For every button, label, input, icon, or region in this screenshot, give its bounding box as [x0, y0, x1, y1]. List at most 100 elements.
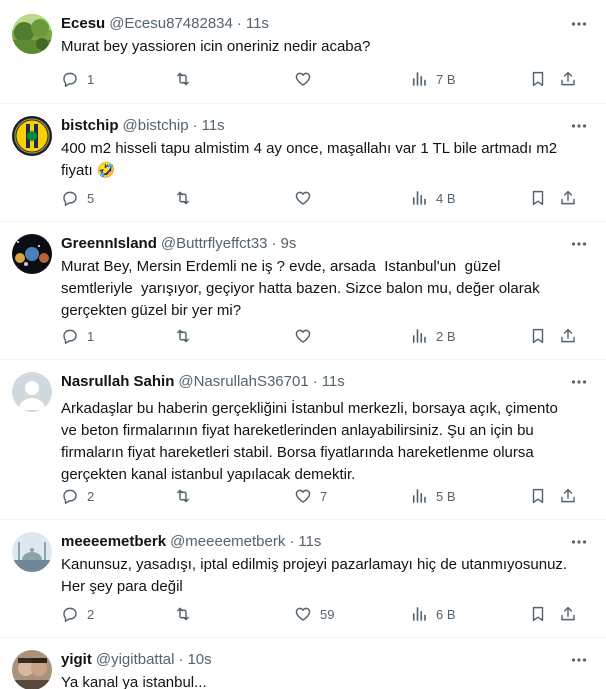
user-handle[interactable]: @Ecesu87482834 [109, 14, 233, 34]
like-button[interactable] [294, 69, 320, 89]
retweet-button[interactable] [174, 486, 200, 506]
display-name[interactable]: meeeemetberk [61, 532, 166, 552]
reply-count: 2 [87, 488, 95, 504]
avatar[interactable] [12, 650, 52, 689]
view-count: 4 B [436, 190, 456, 206]
bookmark-icon [532, 328, 544, 344]
share-button[interactable] [559, 188, 577, 208]
avatar-landscape-image [12, 14, 52, 54]
user-handle[interactable]: @bistchip [123, 116, 189, 136]
reply-bubble-icon [63, 489, 77, 504]
heart-icon [295, 489, 311, 503]
retweet-icon [177, 329, 189, 343]
timestamp[interactable]: 11s [322, 372, 345, 392]
tweet-text: Murat bey yassioren icin oneriniz nedir … [61, 38, 371, 55]
retweet-button[interactable] [174, 188, 200, 208]
bookmark-button[interactable] [529, 188, 547, 208]
more-options-button[interactable] [568, 14, 590, 34]
bookmark-icon [532, 71, 544, 87]
share-button[interactable] [559, 604, 577, 624]
heart-icon [295, 72, 311, 86]
retweet-button[interactable] [174, 326, 200, 346]
user-handle[interactable]: @Buttrflyeffct33 [161, 234, 268, 254]
default-profile-icon [12, 372, 52, 412]
view-count: 7 B [436, 71, 456, 87]
tweet-header: bistchip @bistchip · 11s [61, 116, 590, 136]
views-bars-icon [412, 329, 426, 343]
retweet-button[interactable] [174, 604, 200, 624]
action-bar: 5 4 B [61, 188, 590, 208]
user-handle[interactable]: @NasrullahS36701 [178, 372, 308, 392]
reply-bubble-icon [63, 191, 77, 206]
avatar-planets-image [12, 234, 52, 274]
heart-icon [295, 191, 311, 205]
share-button[interactable] [559, 69, 577, 89]
views-button[interactable]: 7 B [410, 69, 456, 89]
avatar[interactable] [12, 372, 52, 412]
more-options-button[interactable] [568, 532, 590, 552]
reply-button[interactable]: 1 [61, 69, 94, 89]
more-horizontal-icon [571, 242, 587, 246]
tweet-header: Nasrullah Sahin @NasrullahS36701 · 11s [61, 372, 590, 392]
avatar[interactable] [12, 116, 52, 156]
reply-bubble-icon [63, 607, 77, 622]
separator: · [271, 235, 277, 252]
display-name[interactable]: bistchip [61, 116, 119, 136]
bookmark-icon [532, 606, 544, 622]
reply-button[interactable]: 2 [61, 486, 94, 506]
bookmark-icon [532, 190, 544, 206]
views-button[interactable]: 5 B [410, 486, 456, 506]
tweet[interactable]: meeeemetberk @meeeemetberk · 11s Kanunsu… [0, 520, 606, 638]
views-button[interactable]: 6 B [410, 604, 456, 624]
avatar[interactable] [12, 14, 52, 54]
timestamp[interactable]: 11s [298, 532, 321, 552]
bookmark-button[interactable] [529, 69, 547, 89]
more-horizontal-icon [571, 540, 587, 544]
avatar[interactable] [12, 532, 52, 572]
reply-count: 1 [87, 328, 95, 344]
share-button[interactable] [559, 486, 577, 506]
like-button[interactable] [294, 326, 320, 346]
like-button[interactable]: 7 [294, 486, 327, 506]
share-upload-icon [561, 606, 575, 621]
user-handle[interactable]: @yigitbattal [96, 650, 175, 670]
bookmark-button[interactable] [529, 326, 547, 346]
timestamp[interactable]: 11s [246, 14, 269, 34]
bookmark-button[interactable] [529, 604, 547, 624]
reply-button[interactable]: 5 [61, 188, 94, 208]
retweet-button[interactable] [174, 69, 200, 89]
tweet[interactable]: GreennIsland @Buttrflyeffct33 · 9s Murat… [0, 222, 606, 360]
display-name[interactable]: Ecesu [61, 14, 105, 34]
bookmark-button[interactable] [529, 486, 547, 506]
views-bars-icon [412, 72, 426, 86]
display-name[interactable]: GreennIsland [61, 234, 157, 254]
share-button[interactable] [559, 326, 577, 346]
timestamp[interactable]: 9s [281, 234, 297, 254]
retweet-icon [177, 607, 189, 621]
views-button[interactable]: 4 B [410, 188, 456, 208]
display-name[interactable]: yigit [61, 650, 92, 670]
reply-button[interactable]: 2 [61, 604, 94, 624]
timestamp[interactable]: 10s [187, 650, 211, 670]
more-options-button[interactable] [568, 372, 590, 392]
tweet[interactable]: bistchip @bistchip · 11s 400 m2 hisseli … [0, 104, 606, 222]
tweet[interactable]: yigit @yigitbattal · 10s Ya kanal ya ist… [0, 638, 606, 689]
views-button[interactable]: 2 B [410, 326, 456, 346]
more-options-button[interactable] [568, 116, 590, 136]
timestamp[interactable]: 11s [202, 116, 225, 136]
avatar[interactable] [12, 234, 52, 274]
tweet[interactable]: Nasrullah Sahin @NasrullahS36701 · 11s A… [0, 360, 606, 520]
tweet[interactable]: Ecesu @Ecesu87482834 · 11s Murat bey yas… [0, 0, 606, 104]
more-options-button[interactable] [568, 650, 590, 670]
more-options-button[interactable] [568, 234, 590, 254]
like-button[interactable] [294, 188, 320, 208]
avatar-photo-image [12, 650, 52, 689]
bookmark-icon [532, 488, 544, 504]
user-handle[interactable]: @meeeemetberk [170, 532, 285, 552]
reply-count: 5 [87, 190, 95, 206]
display-name[interactable]: Nasrullah Sahin [61, 372, 174, 392]
more-horizontal-icon [571, 380, 587, 384]
like-button[interactable]: 59 [294, 604, 334, 624]
tweet-header: meeeemetberk @meeeemetberk · 11s [61, 532, 590, 552]
reply-button[interactable]: 1 [61, 326, 94, 346]
